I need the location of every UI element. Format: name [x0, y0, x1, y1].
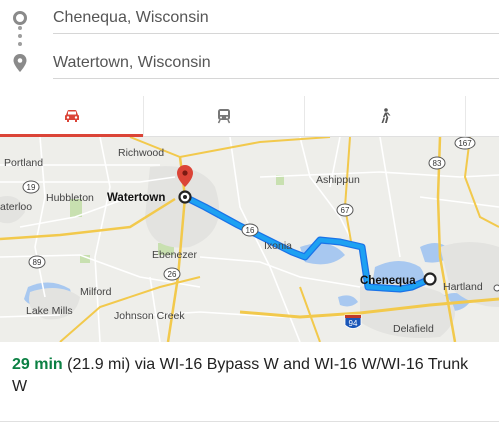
train-icon [217, 109, 231, 124]
shield-89: 89 [28, 255, 46, 269]
origin-input[interactable] [53, 2, 499, 34]
map-edge-marker [493, 284, 499, 292]
origin-row [0, 2, 499, 34]
place-label-ixonia: Ixonia [264, 240, 292, 252]
place-label-johnson-creek: Johnson Creek [114, 310, 185, 322]
tab-more[interactable] [466, 96, 499, 136]
place-label-lake-mills: Lake Mills [26, 305, 73, 317]
divider [0, 421, 499, 422]
place-label-delafield: Delafield [393, 323, 434, 335]
route-duration: 29 min [12, 356, 63, 373]
shield-94: 94 [344, 314, 362, 329]
destination-input[interactable] [53, 47, 499, 79]
place-label-milford: Milford [80, 286, 112, 298]
place-label-hartland: Hartland [443, 281, 483, 293]
destination-pin-icon [13, 54, 27, 72]
place-label-richwood: Richwood [118, 147, 164, 159]
origin-marker[interactable] [423, 272, 437, 286]
place-label-terloo: aterloo [0, 201, 32, 213]
shield-16: 16 [241, 223, 259, 237]
map-canvas: 19 89 26 16 67 83 167 94 Richwood Portla… [0, 137, 499, 342]
svg-text:94: 94 [349, 319, 358, 328]
shield-67: 67 [336, 203, 354, 217]
svg-text:167: 167 [458, 139, 472, 148]
shield-26: 26 [163, 267, 181, 281]
walking-icon [381, 108, 391, 123]
place-label-hubbleton: Hubbleton [46, 192, 94, 204]
tab-transit[interactable] [143, 96, 305, 136]
svg-text:67: 67 [341, 206, 350, 215]
shield-19: 19 [22, 180, 40, 194]
svg-text:26: 26 [168, 270, 177, 279]
svg-text:89: 89 [33, 258, 42, 267]
place-label-watertown: Watertown [107, 192, 165, 204]
tab-driving[interactable] [0, 96, 143, 137]
tab-walking[interactable] [305, 96, 466, 136]
travel-mode-tabs [0, 96, 499, 137]
place-label-chenequa: Chenequa [360, 275, 416, 287]
destination-row [0, 47, 499, 79]
svg-text:16: 16 [246, 226, 255, 235]
lake [338, 295, 358, 307]
shield-83: 83 [428, 156, 446, 170]
shield-167: 167 [454, 137, 476, 150]
svg-text:83: 83 [433, 159, 442, 168]
place-label-ashippun: Ashippun [316, 174, 360, 186]
route-map[interactable]: 19 89 26 16 67 83 167 94 Richwood Portla… [0, 137, 499, 342]
route-summary[interactable]: 29 min (21.9 mi) via WI-16 Bypass W and … [12, 354, 482, 398]
route-fields [0, 0, 499, 96]
place-label-portland: Portland [4, 157, 43, 169]
svg-text:19: 19 [27, 183, 36, 192]
origin-circle-icon [13, 11, 27, 25]
place-label-ebenezer: Ebenezer [152, 249, 197, 261]
route-details: (21.9 mi) via WI-16 Bypass W and WI-16 W… [12, 356, 469, 395]
car-icon [64, 110, 79, 122]
